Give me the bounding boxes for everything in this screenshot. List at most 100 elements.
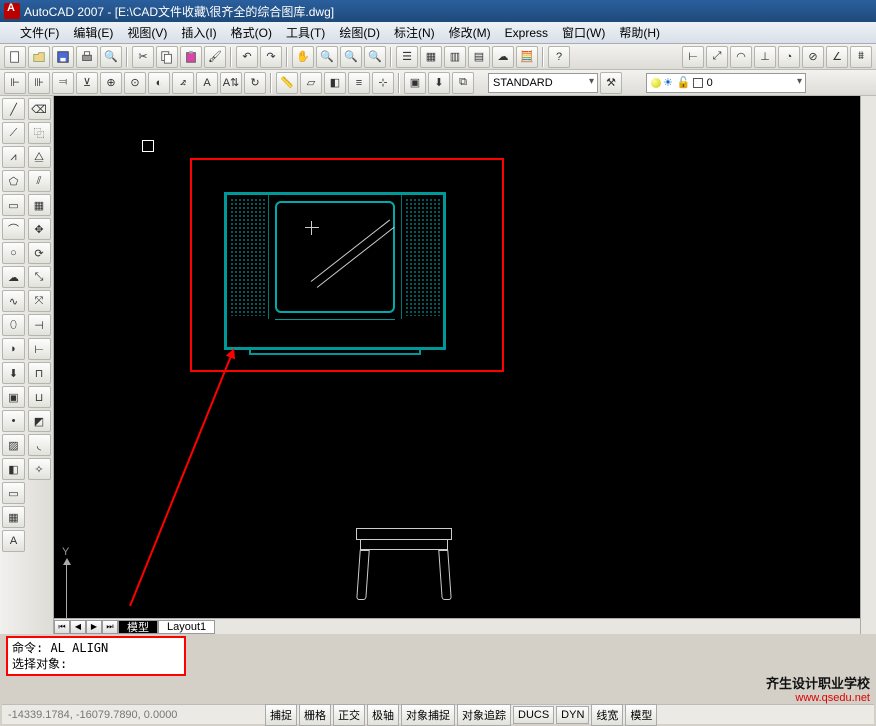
offset-icon[interactable]: ⫽ [28,170,51,192]
hatch-icon[interactable]: ▨ [2,434,25,456]
dim-break-icon[interactable]: ⊻ [76,72,98,94]
sheetset-icon[interactable]: ▤ [468,46,490,68]
toolpal-icon[interactable]: ▥ [444,46,466,68]
dim-space-icon[interactable]: ⫤ [52,72,74,94]
arc-icon[interactable]: ⌒ [2,218,25,240]
drawing-canvas[interactable]: X Y ⏮ ◀ ▶ ⏭ 模型 Layout1 [54,96,876,634]
dim-diameter-icon[interactable]: ⊘ [802,46,824,68]
markup-icon[interactable]: ☁ [492,46,514,68]
revcloud-icon[interactable]: ☁ [2,266,25,288]
menu-express[interactable]: Express [499,24,554,42]
tab-prev-icon[interactable]: ◀ [70,620,86,634]
tolerance-icon[interactable]: ⊕ [100,72,122,94]
makeblk-icon[interactable]: ▣ [2,386,25,408]
vertical-scrollbar[interactable] [860,96,876,634]
status-osnap[interactable]: 对象捕捉 [401,704,455,726]
insert-icon[interactable]: ⬇ [428,72,450,94]
rotate-icon[interactable]: ⟳ [28,242,51,264]
status-ducs[interactable]: DUCS [513,706,554,724]
menu-modify[interactable]: 修改(M) [443,22,497,43]
status-otrack[interactable]: 对象追踪 [457,704,511,726]
dim-jogged-icon[interactable]: ⦨ [172,72,194,94]
scale-icon[interactable]: ⤡ [28,266,51,288]
gradient-icon[interactable]: ◧ [2,458,25,480]
dim-aligned-icon[interactable]: ⤢ [706,46,728,68]
dcenter-icon[interactable]: ▦ [420,46,442,68]
dim-tedit-icon[interactable]: A⇅ [220,72,242,94]
status-polar[interactable]: 极轴 [367,704,399,726]
distance-icon[interactable]: 📏 [276,72,298,94]
break-icon[interactable]: ⊓ [28,362,51,384]
status-snap[interactable]: 捕捉 [265,704,297,726]
properties-icon[interactable]: ☰ [396,46,418,68]
block-icon[interactable]: ▣ [404,72,426,94]
dim-radius-icon[interactable]: ◔ [778,46,800,68]
table-icon[interactable]: ▦ [2,506,25,528]
match-prop-icon[interactable]: 🖌 [204,46,226,68]
join-icon[interactable]: ⊔ [28,386,51,408]
menu-dimension[interactable]: 标注(N) [388,22,441,43]
tab-last-icon[interactable]: ⏭ [102,620,118,634]
cut-icon[interactable]: ✂ [132,46,154,68]
plot-preview-icon[interactable]: 🔍 [100,46,122,68]
point-icon[interactable]: • [2,410,25,432]
paste-icon[interactable] [180,46,202,68]
menu-view[interactable]: 视图(V) [121,22,173,43]
menu-draw[interactable]: 绘图(D) [333,22,386,43]
zoom-window-icon[interactable]: 🔍 [340,46,362,68]
polygon-icon[interactable]: ⬠ [2,170,25,192]
dim-inspect-icon[interactable]: ◐ [148,72,170,94]
status-model[interactable]: 模型 [625,704,657,726]
line-icon[interactable]: ╱ [2,98,25,120]
list-icon[interactable]: ≡ [348,72,370,94]
menu-file[interactable]: 文件(F) [14,22,65,43]
rectangle-icon[interactable]: ▭ [2,194,25,216]
horizontal-scrollbar[interactable]: ⏮ ◀ ▶ ⏭ 模型 Layout1 [54,618,860,634]
erase-icon[interactable]: ⌫ [28,98,51,120]
xref-icon[interactable]: ⧉ [452,72,474,94]
circle-icon[interactable]: ○ [2,242,25,264]
copy2-icon[interactable]: ⿻ [28,122,51,144]
insertblk-icon[interactable]: ⬇ [2,362,25,384]
status-lwt[interactable]: 线宽 [591,704,623,726]
dim-ordinate-icon[interactable]: ⊥ [754,46,776,68]
tab-first-icon[interactable]: ⏮ [54,620,70,634]
centermark-icon[interactable]: ⊙ [124,72,146,94]
dim-continue-icon[interactable]: ⊪ [28,72,50,94]
dim-quick-icon[interactable]: ⩩ [850,46,872,68]
pan-icon[interactable]: ✋ [292,46,314,68]
dimstyle-combo[interactable]: STANDARD [488,73,598,93]
dim-angular-icon[interactable]: ∠ [826,46,848,68]
print-icon[interactable] [76,46,98,68]
command-window[interactable]: 命令: AL ALIGN 选择对象: [6,636,186,676]
dim-baseline-icon[interactable]: ⊩ [4,72,26,94]
status-dyn[interactable]: DYN [556,706,589,724]
zoom-rt-icon[interactable]: 🔍 [316,46,338,68]
explode-icon[interactable]: ✧ [28,458,51,480]
calc-icon[interactable]: 🧮 [516,46,538,68]
id-icon[interactable]: ⊹ [372,72,394,94]
zoom-prev-icon[interactable]: 🔍 [364,46,386,68]
menu-edit[interactable]: 编辑(E) [67,22,119,43]
fillet-icon[interactable]: ◟ [28,434,51,456]
status-grid[interactable]: 栅格 [299,704,331,726]
stretch-icon[interactable]: ⤧ [28,290,51,312]
redo-icon[interactable]: ↷ [260,46,282,68]
save-icon[interactable] [52,46,74,68]
tab-model[interactable]: 模型 [118,620,158,634]
mirror-icon[interactable]: ⧋ [28,146,51,168]
menu-tools[interactable]: 工具(T) [280,22,331,43]
area-icon[interactable]: ▱ [300,72,322,94]
spline-icon[interactable]: ∿ [2,290,25,312]
copy-icon[interactable] [156,46,178,68]
extend-icon[interactable]: ⊢ [28,338,51,360]
move-icon[interactable]: ✥ [28,218,51,240]
dim-arc-icon[interactable]: ◠ [730,46,752,68]
trim-icon[interactable]: ⊣ [28,314,51,336]
menu-help[interactable]: 帮助(H) [613,22,666,43]
dimupdate-icon[interactable]: ↻ [244,72,266,94]
menu-window[interactable]: 窗口(W) [556,22,611,43]
xline-icon[interactable]: ⟋ [2,122,25,144]
help-icon[interactable]: ? [548,46,570,68]
dimstyle-btn-icon[interactable]: ⚒ [600,72,622,94]
